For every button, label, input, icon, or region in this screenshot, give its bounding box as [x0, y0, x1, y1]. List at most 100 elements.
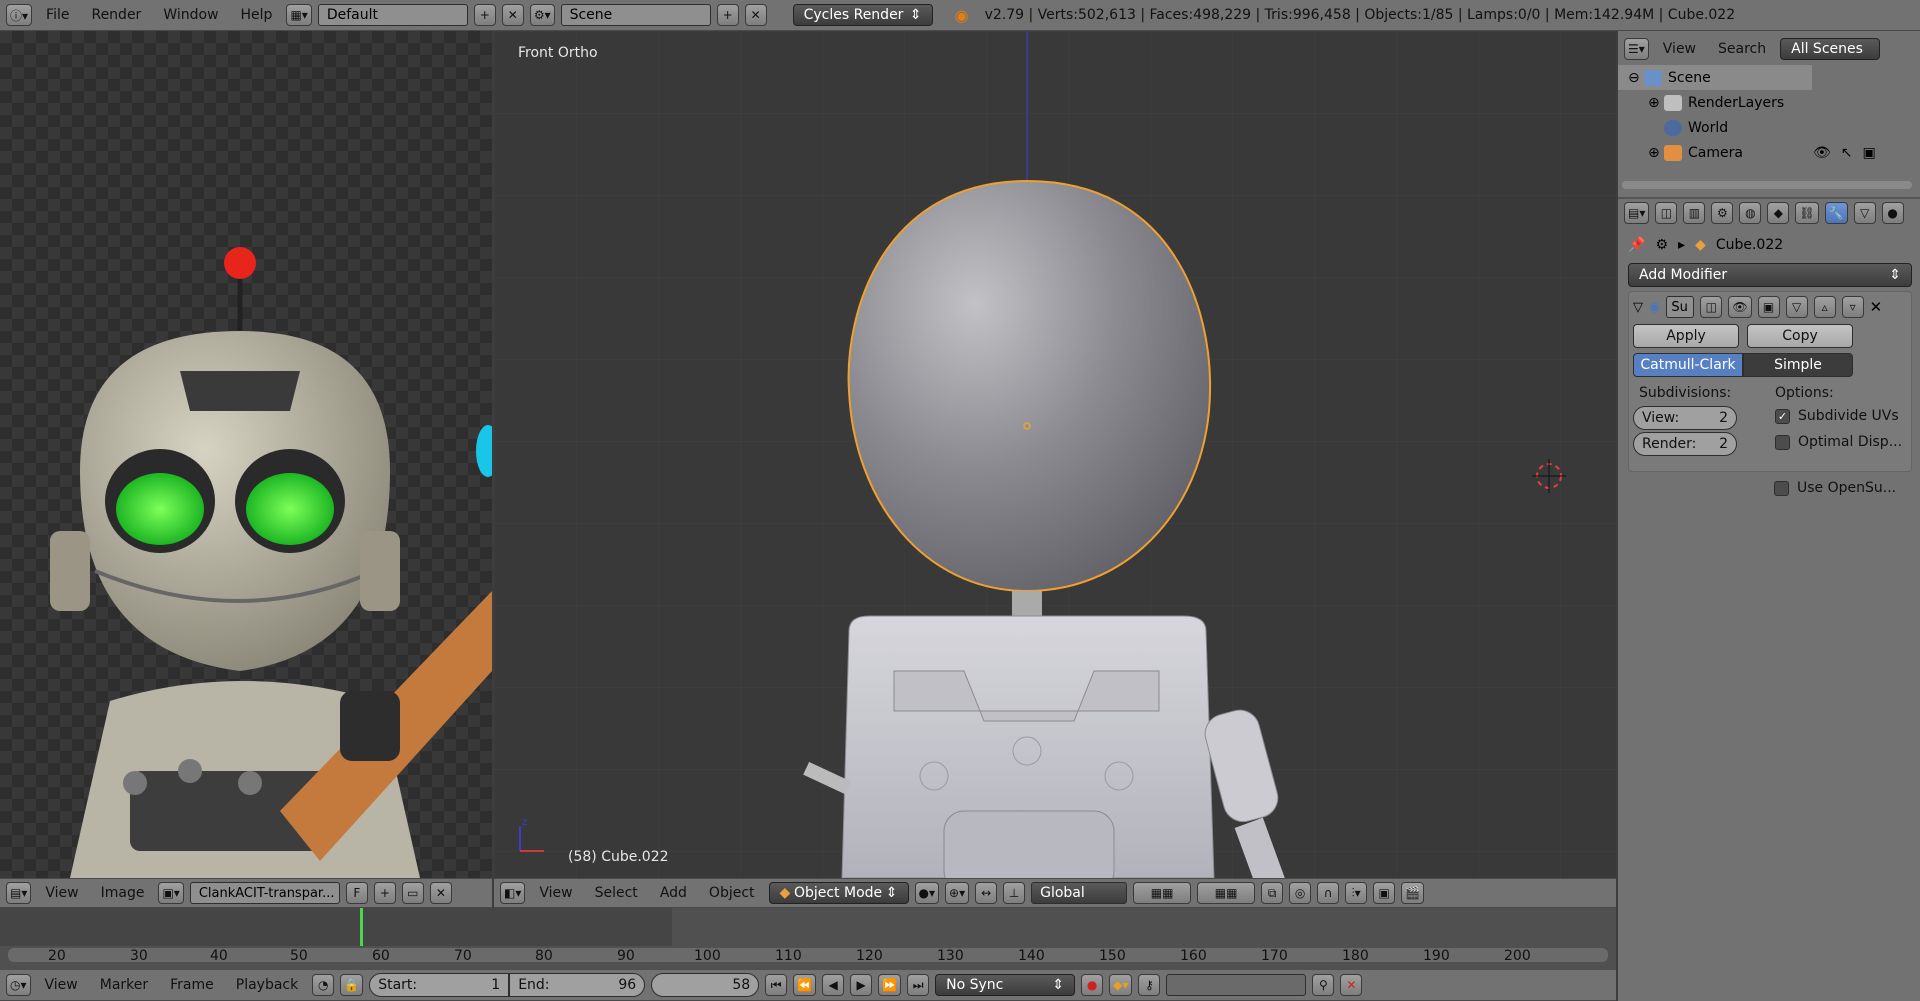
snap-toggle-icon[interactable]: ∩	[1317, 882, 1340, 904]
keying-set-icon[interactable]: ◆▾	[1109, 974, 1133, 996]
3d-viewport[interactable]: z Front Ortho (58) Cube.022	[494, 31, 1616, 878]
info-editor-type-button[interactable]: ⓘ▾	[6, 4, 33, 26]
render-engine-select[interactable]: Cycles Render ⇕	[792, 4, 933, 26]
menu-add[interactable]: Add	[652, 885, 695, 901]
image-name-field[interactable]: ClankACIT-transpar...	[189, 882, 340, 904]
menu-frame[interactable]: Frame	[162, 977, 222, 993]
scene-selector-icon[interactable]: ⚙▾	[529, 4, 555, 26]
transform-axis-icon[interactable]: ⊥	[1003, 882, 1026, 904]
current-frame-field[interactable]: 58	[651, 973, 760, 997]
cursor-select-icon[interactable]: ↖	[1841, 145, 1853, 161]
move-up-icon[interactable]: ▵	[1813, 296, 1836, 318]
cage-toggle-icon[interactable]: ▽	[1785, 296, 1808, 318]
tab-catmull-clark[interactable]: Catmull-Clark	[1633, 353, 1743, 377]
outliner-item-camera[interactable]: ⊕ Camera 👁 ↖ ▣	[1618, 140, 1920, 165]
move-down-icon[interactable]: ▿	[1841, 296, 1864, 318]
outliner-item-world[interactable]: World	[1618, 115, 1920, 140]
insert-keyframe-icon[interactable]: ⚲	[1312, 974, 1335, 996]
add-scene-icon[interactable]: +	[716, 4, 739, 26]
view-levels-field[interactable]: View: 2	[1633, 406, 1737, 430]
render-camera-icon[interactable]: ▣	[1862, 145, 1875, 161]
editmode-toggle-icon[interactable]: ▣	[1757, 296, 1780, 318]
render-toggle-icon[interactable]: ◫	[1700, 296, 1723, 318]
add-modifier-select[interactable]: Add Modifier ⇕	[1628, 263, 1912, 287]
viewport-toggle-icon[interactable]: 👁	[1728, 296, 1752, 318]
world-tab-icon[interactable]: ◍	[1739, 202, 1762, 224]
menu-view[interactable]: View	[531, 885, 580, 901]
properties-editor-type-button[interactable]: ▤▾	[1624, 202, 1650, 224]
fake-user-button[interactable]: F	[345, 882, 368, 904]
layers-tab-icon[interactable]: ▥	[1683, 202, 1706, 224]
render-tab-icon[interactable]: ◫	[1655, 202, 1678, 224]
outliner-editor-type-button[interactable]: ☰▾	[1624, 38, 1649, 60]
modifiers-tab-icon[interactable]: 🔧	[1824, 202, 1848, 224]
play-icon[interactable]: ▶	[850, 974, 873, 996]
open-image-icon[interactable]: ▭	[401, 882, 424, 904]
menu-file[interactable]: File	[38, 7, 77, 23]
layers-grid-icon[interactable]: ▦▦	[1133, 882, 1192, 904]
orientation-select[interactable]: Global	[1031, 882, 1128, 904]
layers-grid-icon-2[interactable]: ▦▦	[1197, 882, 1256, 904]
jump-end-icon[interactable]: ⏭	[907, 974, 930, 996]
play-reverse-icon[interactable]: ◀	[822, 974, 845, 996]
menu-view[interactable]: View	[1655, 41, 1704, 57]
object-tab-icon[interactable]: ◆	[1767, 202, 1790, 224]
mode-select[interactable]: ◆ Object Mode ⇕	[768, 882, 909, 904]
menu-help[interactable]: Help	[233, 7, 281, 23]
add-layout-icon[interactable]: +	[473, 4, 496, 26]
editor-type-button[interactable]: ▤▾	[6, 882, 32, 904]
layout-selector-icon[interactable]: ▦▾	[286, 4, 312, 26]
start-frame-field[interactable]: Start: 1	[369, 973, 510, 997]
menu-object[interactable]: Object	[701, 885, 763, 901]
delete-keyframe-icon[interactable]: ✕	[1340, 974, 1363, 996]
menu-image[interactable]: Image	[93, 885, 153, 901]
end-frame-field[interactable]: End: 96	[509, 973, 646, 997]
tab-simple[interactable]: Simple	[1743, 353, 1853, 377]
menu-marker[interactable]: Marker	[92, 977, 156, 993]
manipulator-icon[interactable]: ↔	[975, 882, 998, 904]
menu-view[interactable]: View	[37, 977, 86, 993]
proportional-edit-icon[interactable]: ◎	[1289, 882, 1312, 904]
scene-tab-icon[interactable]: ⚙	[1711, 202, 1734, 224]
pin-icon[interactable]: 📌	[1628, 237, 1645, 253]
outliner-scrollbar[interactable]	[1622, 181, 1912, 189]
outliner-item-renderlayers[interactable]: ⊕ RenderLayers	[1618, 90, 1920, 115]
data-tab-icon[interactable]: ▽	[1853, 202, 1876, 224]
constraints-tab-icon[interactable]: ⛓	[1795, 202, 1819, 224]
menu-window[interactable]: Window	[155, 7, 226, 23]
lock-camera-icon[interactable]: ⧉	[1261, 882, 1284, 904]
menu-view[interactable]: View	[37, 885, 86, 901]
shading-select-icon[interactable]: ●▾	[914, 882, 940, 904]
timeline-area[interactable]: 20 30 40 50 60 70 80 90 100 110 120 130 …	[0, 908, 1616, 970]
pivot-select-icon[interactable]: ⊕▾	[945, 882, 970, 904]
remove-modifier-icon[interactable]: ✕	[1870, 298, 1883, 316]
lock-icon[interactable]: 🔒	[340, 974, 364, 996]
layout-field[interactable]: Default	[317, 4, 468, 26]
jump-keyframe-back-icon[interactable]: ⏪	[793, 974, 817, 996]
material-tab-icon[interactable]: ●	[1881, 202, 1904, 224]
menu-search[interactable]: Search	[1710, 41, 1774, 57]
keying-set-select-icon[interactable]: ⚷	[1138, 974, 1161, 996]
remove-scene-icon[interactable]: ✕	[744, 4, 767, 26]
apply-button[interactable]: Apply	[1633, 324, 1739, 348]
outliner-filter-select[interactable]: All Scenes	[1780, 38, 1881, 60]
outliner-item-scene[interactable]: ⊖ Scene	[1618, 65, 1812, 90]
jump-keyframe-forward-icon[interactable]: ⏩	[878, 974, 902, 996]
menu-select[interactable]: Select	[587, 885, 646, 901]
use-opensubdiv-checkbox[interactable]: Use OpenSu...	[1774, 480, 1896, 496]
render-levels-field[interactable]: Render: 2	[1633, 432, 1737, 456]
jump-start-icon[interactable]: ⏮	[765, 974, 788, 996]
timeline-editor-type-button[interactable]: ◷▾	[6, 974, 31, 996]
opengl-render-icon[interactable]: ▣	[1373, 882, 1396, 904]
viewport-editor-type-button[interactable]: ◧▾	[500, 882, 526, 904]
preview-range-icon[interactable]: ◔	[312, 974, 335, 996]
subdivide-uvs-checkbox[interactable]: ✓ Subdivide UVs	[1775, 408, 1899, 424]
scene-field[interactable]: Scene	[560, 4, 711, 26]
render-animation-icon[interactable]: 🎬	[1401, 882, 1425, 904]
snap-element-icon[interactable]: ⫶▾	[1345, 882, 1368, 904]
modifier-name-field[interactable]: Su	[1666, 296, 1695, 318]
sync-select[interactable]: No Sync ⇕	[935, 974, 1076, 996]
copy-button[interactable]: Copy	[1747, 324, 1853, 348]
new-image-icon[interactable]: +	[373, 882, 396, 904]
menu-render[interactable]: Render	[83, 7, 149, 23]
